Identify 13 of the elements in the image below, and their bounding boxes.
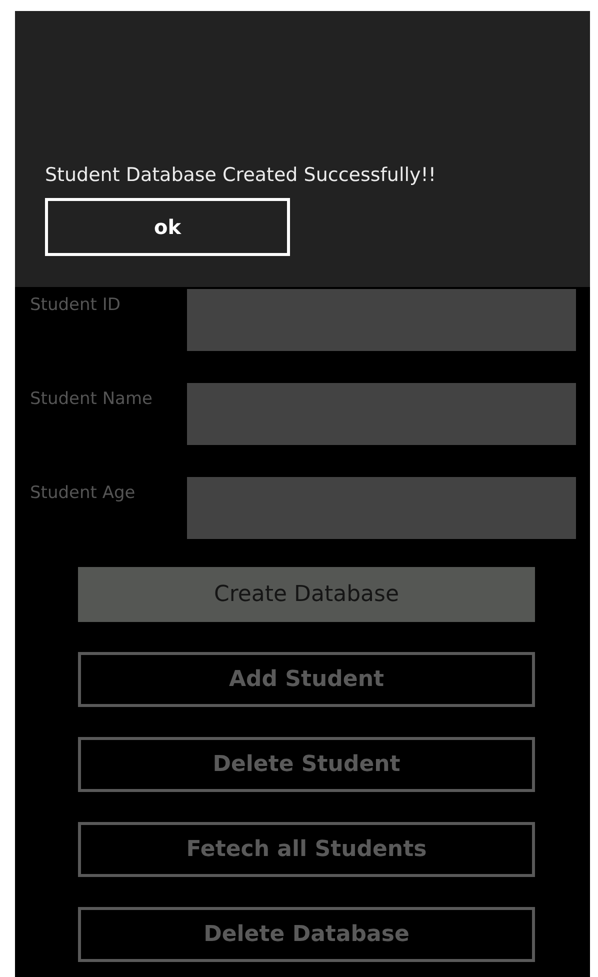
dialog-message: Student Database Created Successfully!! [45, 163, 436, 188]
action-button[interactable]: Delete Database [78, 907, 535, 962]
action-button[interactable]: Add Student [78, 652, 535, 707]
input-field[interactable] [187, 289, 576, 351]
action-button[interactable]: Create Database [78, 567, 535, 622]
action-button[interactable]: Fetech all Students [78, 822, 535, 877]
input-field[interactable] [187, 383, 576, 445]
field-label: Student Name [29, 388, 154, 411]
input-field[interactable] [187, 477, 576, 539]
field-label: Student ID [29, 294, 122, 317]
action-button[interactable]: Delete Student [78, 737, 535, 792]
ok-button[interactable]: ok [45, 198, 290, 256]
field-label: Student Age [29, 482, 136, 505]
